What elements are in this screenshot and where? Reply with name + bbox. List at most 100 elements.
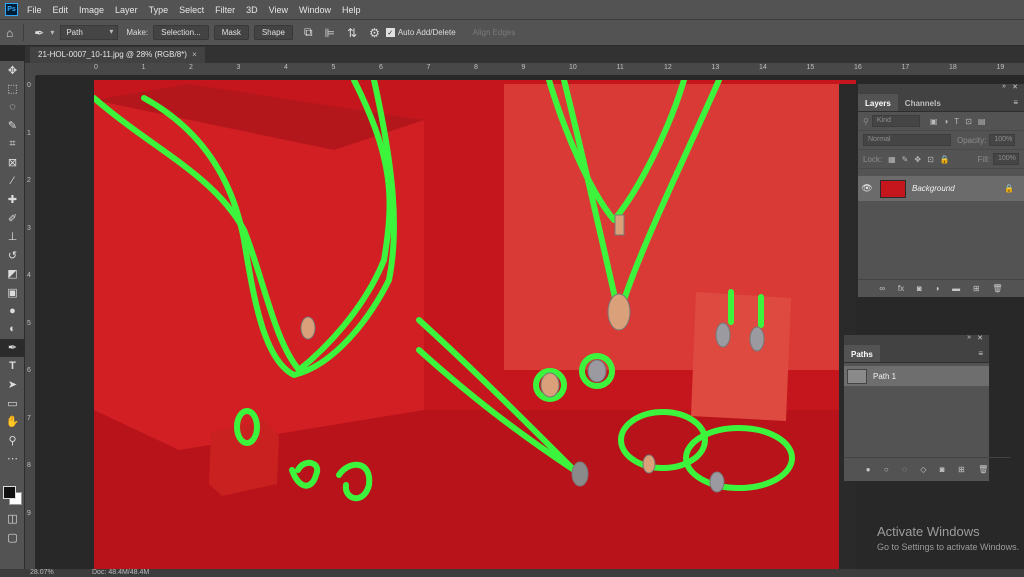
frame-tool-icon[interactable]: ⊠ bbox=[0, 154, 25, 173]
panel-menu-icon[interactable]: ≡ bbox=[972, 345, 989, 362]
align-edges-checkbox[interactable]: Align Edges bbox=[473, 28, 516, 37]
zoom-level[interactable]: 28.07% bbox=[30, 569, 54, 576]
type-tool-icon[interactable]: T bbox=[0, 357, 25, 376]
history-brush-tool-icon[interactable]: ↺ bbox=[0, 246, 25, 265]
link-icon[interactable]: ∞ bbox=[879, 284, 885, 293]
ruler-vertical[interactable]: 0 1 2 3 4 5 6 7 8 9 bbox=[25, 76, 36, 569]
zoom-tool-icon[interactable]: ⚲ bbox=[0, 431, 25, 450]
product-photo[interactable] bbox=[94, 80, 856, 569]
gear-icon[interactable]: ⚙ bbox=[369, 26, 380, 40]
add-mask-icon[interactable]: ◙ bbox=[940, 465, 945, 474]
path-mode-select[interactable]: Path bbox=[60, 25, 119, 40]
watermark-subtitle: Go to Settings to activate Windows. bbox=[877, 542, 1020, 552]
adjustment-icon[interactable]: ◑ bbox=[935, 284, 940, 293]
chevron-down-icon[interactable]: ▾ bbox=[50, 28, 54, 37]
collapse-icon[interactable]: » bbox=[1002, 83, 1006, 90]
tab-paths[interactable]: Paths bbox=[844, 345, 880, 362]
folder-icon[interactable]: ▬ bbox=[952, 284, 960, 293]
panel-menu-icon[interactable]: ≡ bbox=[1007, 94, 1024, 111]
menu-select[interactable]: Select bbox=[179, 5, 204, 15]
pen-tool-preset-icon[interactable]: ✒ bbox=[34, 26, 44, 40]
filter-kind-select[interactable]: Kind bbox=[871, 115, 920, 127]
menu-3d[interactable]: 3D bbox=[246, 5, 258, 15]
menu-image[interactable]: Image bbox=[79, 5, 104, 15]
ruler-tick-label: 3 bbox=[27, 224, 31, 232]
fx-icon[interactable]: fx bbox=[898, 284, 904, 293]
collapse-icon[interactable]: » bbox=[967, 334, 971, 341]
new-layer-icon[interactable]: ⊞ bbox=[973, 284, 980, 293]
tab-layers[interactable]: Layers bbox=[858, 94, 898, 111]
marquee-tool-icon[interactable]: ⬚ bbox=[0, 80, 25, 99]
path-thumbnail bbox=[847, 368, 867, 384]
mask-icon[interactable]: ◙ bbox=[917, 284, 922, 293]
selection-button[interactable]: Selection... bbox=[153, 25, 209, 40]
make-work-path-icon[interactable]: ◇ bbox=[920, 465, 926, 474]
more-tools-icon[interactable]: ⋯ bbox=[0, 450, 25, 469]
blur-tool-icon[interactable]: ● bbox=[0, 302, 25, 321]
new-path-icon[interactable]: ⊞ bbox=[958, 465, 965, 474]
path-alignment-icon[interactable]: ⊫ bbox=[325, 26, 335, 40]
home-icon[interactable]: ⌂ bbox=[6, 26, 13, 40]
lasso-tool-icon[interactable]: ◌ bbox=[0, 98, 25, 117]
close-panel-icon[interactable]: ✕ bbox=[1012, 83, 1018, 91]
path-arrangement-icon[interactable]: ⇅ bbox=[347, 26, 357, 40]
clone-stamp-tool-icon[interactable]: ⊥ bbox=[0, 228, 25, 247]
stroke-path-icon[interactable]: ○ bbox=[884, 465, 889, 474]
ruler-tick-label: 9 bbox=[521, 64, 526, 71]
earring-medal-1 bbox=[715, 322, 731, 348]
foreground-color-swatch[interactable] bbox=[3, 486, 16, 499]
brush-tool-icon[interactable]: ✐ bbox=[0, 209, 25, 228]
ruler-tick-label: 3 bbox=[236, 64, 241, 71]
layer-background[interactable]: 👁 Background 🔒 bbox=[858, 176, 1024, 201]
ruler-tick-label: 1 bbox=[27, 129, 31, 137]
tab-channels[interactable]: Channels bbox=[898, 94, 948, 111]
blend-row: Normal Opacity: 100% bbox=[858, 131, 1024, 150]
healing-brush-tool-icon[interactable]: ✚ bbox=[0, 191, 25, 210]
path-item[interactable]: Path 1 bbox=[844, 366, 989, 386]
move-tool-icon[interactable]: ✥ bbox=[0, 61, 25, 80]
menu-filter[interactable]: Filter bbox=[215, 5, 235, 15]
ruler-tick-label: 13 bbox=[711, 64, 720, 71]
hand-tool-icon[interactable]: ✋ bbox=[0, 413, 25, 432]
menu-window[interactable]: Window bbox=[299, 5, 331, 15]
paths-panel: » ✕ Paths ≡ Path 1 ● ○ ◌ ◇ ◙ ⊞ 🗑 bbox=[843, 334, 1010, 482]
blend-mode-select[interactable]: Normal bbox=[863, 134, 951, 146]
screen-mode-icon[interactable]: ▢ bbox=[0, 528, 25, 547]
document-tab[interactable]: 21-HOL-0007_10-11.jpg @ 28% (RGB/8*) × bbox=[30, 47, 205, 63]
earring-card bbox=[691, 292, 791, 421]
menu-file[interactable]: File bbox=[27, 5, 42, 15]
crop-tool-icon[interactable]: ⌗ bbox=[0, 135, 25, 154]
photoshop-logo-icon[interactable]: Ps bbox=[5, 3, 18, 16]
quick-select-tool-icon[interactable]: ✎ bbox=[0, 117, 25, 136]
path-selection-tool-icon[interactable]: ➤ bbox=[0, 376, 25, 395]
mask-button[interactable]: Mask bbox=[213, 25, 249, 40]
eraser-tool-icon[interactable]: ◩ bbox=[0, 265, 25, 284]
trash-icon[interactable]: 🗑 bbox=[978, 465, 988, 474]
eye-icon[interactable]: 👁 bbox=[858, 183, 876, 194]
filter-type-icons[interactable]: ▣◑T⊡▤ bbox=[930, 117, 992, 126]
menu-edit[interactable]: Edit bbox=[53, 5, 69, 15]
dodge-tool-icon[interactable]: ◐ bbox=[0, 320, 25, 339]
ruler-tick-label: 2 bbox=[27, 177, 31, 184]
gradient-tool-icon[interactable]: ▣ bbox=[0, 283, 25, 302]
menu-type[interactable]: Type bbox=[149, 5, 169, 15]
lock-options-icons[interactable]: ▦✎✥⊡🔒 bbox=[888, 155, 956, 164]
rectangle-tool-icon[interactable]: ▭ bbox=[0, 394, 25, 413]
quick-mask-icon[interactable]: ◫ bbox=[0, 509, 25, 528]
close-panel-icon[interactable]: ✕ bbox=[977, 334, 983, 342]
shape-button[interactable]: Shape bbox=[253, 25, 293, 40]
eyedropper-tool-icon[interactable]: ⁄ bbox=[0, 172, 25, 191]
menu-layer[interactable]: Layer bbox=[115, 5, 138, 15]
path-operations-icon[interactable]: ⧉ bbox=[304, 25, 313, 40]
fill-input[interactable]: 100% bbox=[993, 153, 1019, 165]
trash-icon[interactable]: 🗑 bbox=[992, 284, 1002, 293]
menu-view[interactable]: View bbox=[269, 5, 288, 15]
ruler-horizontal[interactable]: 0 1 2 3 4 5 6 7 8 9 10 11 12 13 14 15 16 17 18 19 bbox=[36, 63, 1024, 76]
pen-tool-icon[interactable]: ✒ bbox=[0, 338, 25, 357]
close-icon[interactable]: × bbox=[192, 50, 197, 59]
fill-path-icon[interactable]: ● bbox=[866, 465, 871, 474]
load-selection-icon[interactable]: ◌ bbox=[902, 465, 907, 474]
auto-add-delete-checkbox[interactable]: ✓ bbox=[385, 28, 395, 37]
menu-help[interactable]: Help bbox=[342, 5, 361, 15]
opacity-input[interactable]: 100% bbox=[989, 134, 1016, 146]
